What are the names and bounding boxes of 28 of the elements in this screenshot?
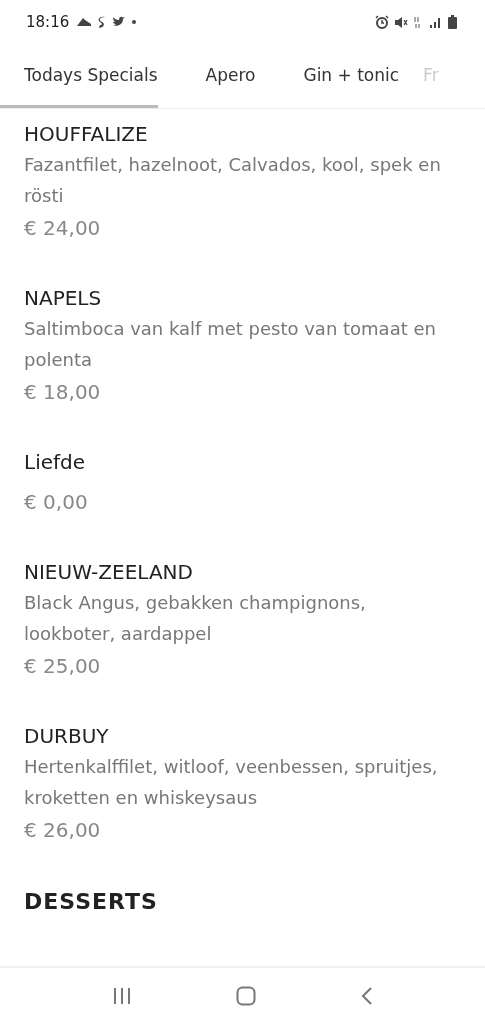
- dish-name: HOUFFALIZE: [24, 121, 149, 148]
- dish-description: Fazantfilet, hazelnoot, Calvados, kool, spek en rösti: [24, 153, 442, 208]
- menu-tab[interactable]: Gin + tonic: [279, 44, 400, 108]
- back-icon[interactable]: [360, 986, 373, 1006]
- battery-icon: [448, 15, 457, 29]
- dish-name: Liefde: [24, 449, 87, 476]
- alarm-icon: [375, 15, 389, 29]
- dish-price: € 24,00: [24, 215, 102, 242]
- dish-description: Hertenkalffilet, witloof, veenbessen, spruitjes, kroketten en whiskeysaus: [24, 755, 439, 810]
- section-heading: DESSERTS: [24, 889, 159, 914]
- mute-icon: [394, 15, 408, 29]
- recent-apps-icon[interactable]: [112, 987, 133, 1005]
- dish-price: € 26,00: [24, 817, 102, 844]
- dish-price: € 25,00: [24, 653, 102, 680]
- bird-icon: [112, 16, 127, 28]
- dish-name: NIEUW-ZEELAND: [24, 559, 194, 586]
- dish-description: Saltimboca van kalf met pesto van tomaat en polenta: [24, 317, 437, 372]
- dish-name: DURBUY: [24, 723, 110, 750]
- status-time: 18:16: [26, 13, 70, 31]
- dish-price: € 18,00: [24, 379, 102, 406]
- menu-tab[interactable]: Todays Specials: [0, 44, 158, 108]
- menu-tab[interactable]: Apero: [181, 44, 256, 108]
- dish-name: NAPELS: [24, 285, 103, 312]
- signal-icon: [413, 15, 443, 29]
- dish-description: Black Angus, gebakken champignons, lookboter, aardappel: [24, 591, 367, 646]
- home-icon[interactable]: [236, 986, 257, 1006]
- dot-icon: [131, 19, 138, 25]
- dish-price: € 0,00: [24, 489, 89, 516]
